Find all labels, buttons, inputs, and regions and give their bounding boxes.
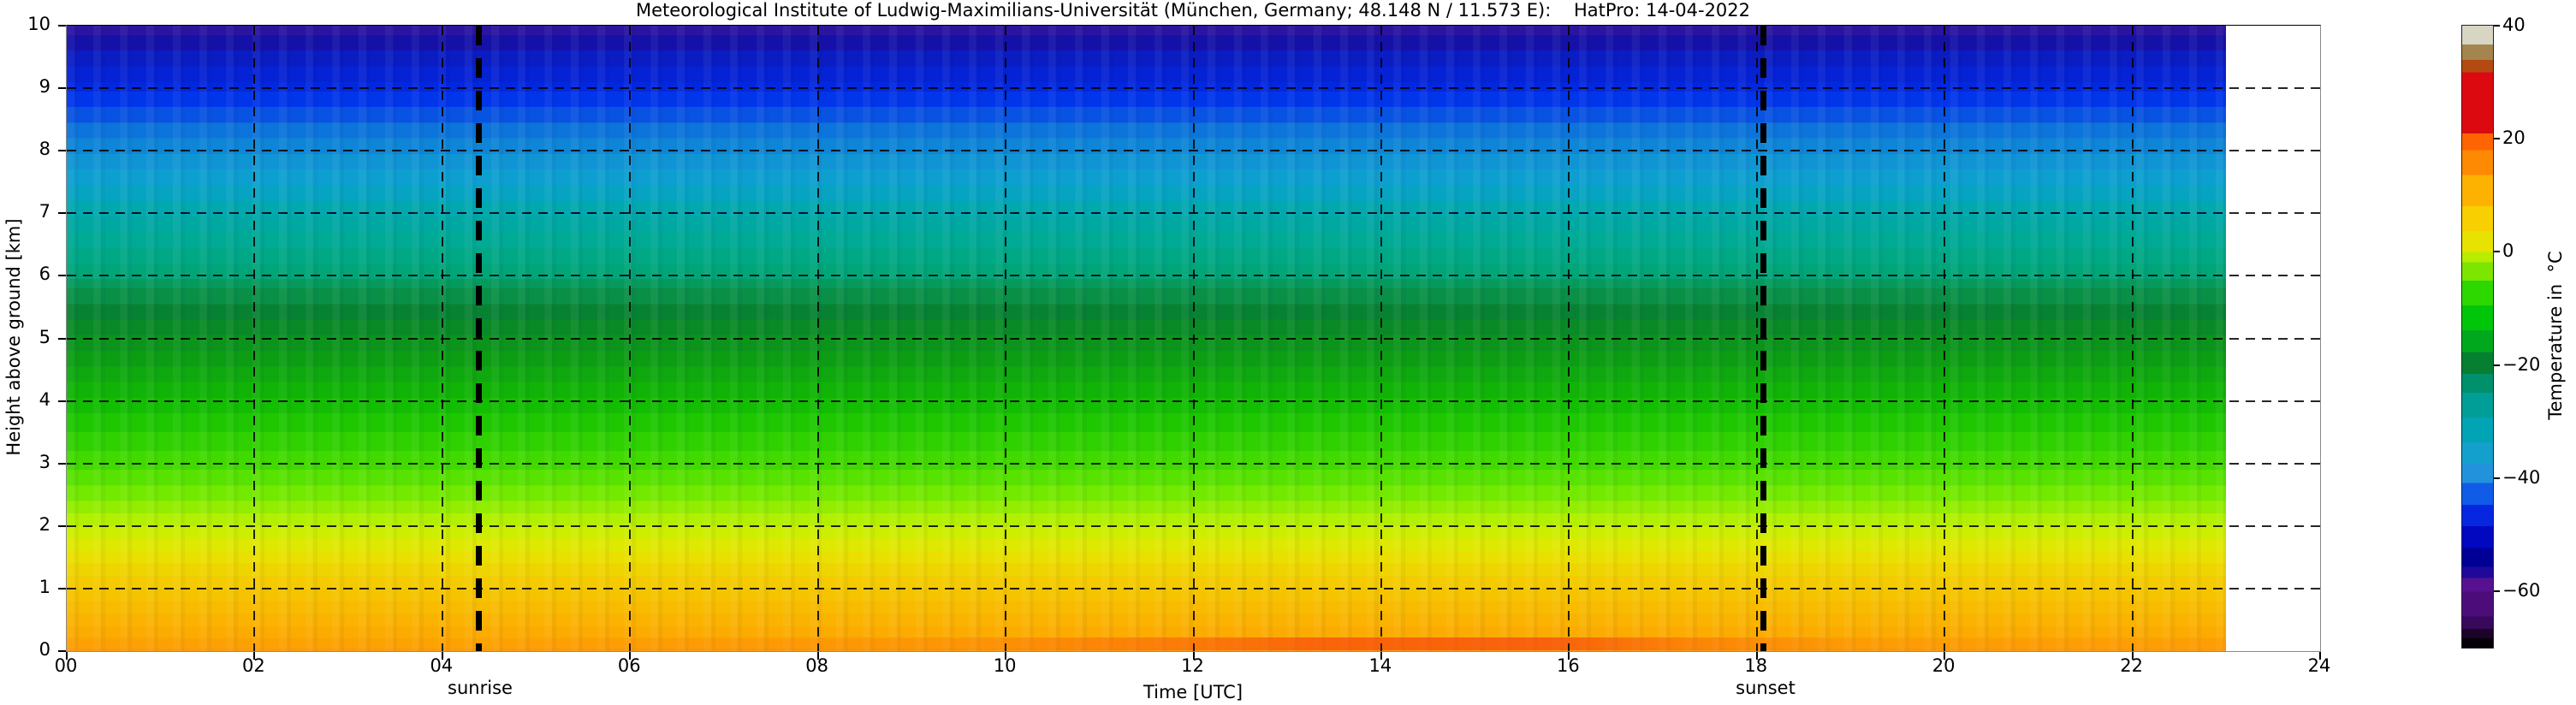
y-tick-label: 3 (39, 451, 50, 472)
x-tick-label: 06 (617, 655, 641, 676)
colorbar-tick-label: 20 (2502, 127, 2526, 149)
y-tick-mark (58, 462, 66, 465)
x-tick-label: 08 (805, 655, 829, 676)
x-axis-label: Time [UTC] (1143, 682, 1243, 702)
y-tick-label: 4 (39, 388, 50, 410)
gridline-vertical (441, 26, 443, 651)
colorbar-tick-label: −60 (2502, 579, 2541, 601)
y-tick-label: 9 (39, 76, 50, 98)
sunset-label: sunset (1736, 678, 1795, 698)
y-tick-mark (58, 337, 66, 340)
gridline-vertical (2131, 26, 2134, 651)
sunrise-label: sunrise (448, 678, 513, 698)
y-tick-label: 0 (39, 639, 50, 660)
x-tick-label: 18 (1744, 655, 1768, 676)
y-tick-mark (58, 275, 66, 277)
page-title: Meteorological Institute of Ludwig-Maxim… (635, 0, 1751, 21)
x-tick-label: 04 (430, 655, 454, 676)
y-tick-label: 7 (39, 201, 50, 222)
gridline-vertical (1005, 26, 1007, 651)
x-tick-label: 20 (1932, 655, 1956, 676)
gridline-vertical (1568, 26, 1570, 651)
gridline-vertical (253, 26, 256, 651)
x-tick-label: 12 (1181, 655, 1204, 676)
gridline-vertical (816, 26, 819, 651)
colorbar-tick-mark (2494, 589, 2500, 592)
y-tick-mark (58, 87, 66, 90)
gridline-vertical (1192, 26, 1195, 651)
gridline-vertical (1944, 26, 1946, 651)
gridline-vertical (1380, 26, 1382, 651)
colorbar (2461, 25, 2500, 649)
y-tick-mark (58, 150, 66, 152)
colorbar-tick-mark (2494, 25, 2500, 27)
y-tick-label: 10 (27, 14, 50, 34)
gridline-vertical (1755, 26, 1758, 651)
surface-warm-layer (67, 637, 2227, 650)
y-tick-label: 5 (39, 326, 50, 347)
y-tick-label: 1 (39, 576, 50, 597)
colorbar-tick-label: −40 (2502, 466, 2541, 488)
y-tick-mark (58, 524, 66, 527)
colorbar-tick-mark (2494, 138, 2500, 140)
colorbar-tick-label: −20 (2502, 353, 2541, 375)
y-tick-label: 6 (39, 264, 50, 285)
x-axis-tick-labels: 00 02 04 06 08 10 12 14 16 18 20 22 24 (55, 655, 2331, 678)
x-tick-label: 22 (2120, 655, 2143, 676)
temperature-heatmap-figure: Meteorological Institute of Ludwig-Maxim… (0, 0, 2576, 705)
x-tick-label: 14 (1368, 655, 1392, 676)
x-tick-label: 24 (2307, 655, 2331, 676)
y-tick-label: 8 (39, 139, 50, 160)
colorbar-tick-mark (2494, 364, 2500, 366)
colorbar-tick-label: 40 (2502, 15, 2526, 35)
y-tick-mark (58, 212, 66, 215)
gridline-vertical (629, 26, 632, 651)
x-tick-label: 00 (54, 655, 78, 676)
colorbar-tick-mark (2494, 251, 2500, 253)
y-tick-label: 2 (39, 513, 50, 535)
x-tick-label: 16 (1556, 655, 1580, 676)
colorbar-label: Temperature in °C (2545, 251, 2566, 420)
y-tick-mark (58, 25, 66, 27)
colorbar-tick-mark (2494, 477, 2500, 479)
x-tick-label: 10 (993, 655, 1017, 676)
y-axis-label: Height above ground [km] (3, 218, 24, 456)
y-tick-mark (58, 650, 66, 652)
y-tick-mark (58, 587, 66, 589)
colorbar-tick-label: 0 (2502, 240, 2514, 262)
plot-area (58, 25, 2321, 660)
x-tick-label: 02 (242, 655, 265, 676)
y-tick-mark (58, 400, 66, 402)
